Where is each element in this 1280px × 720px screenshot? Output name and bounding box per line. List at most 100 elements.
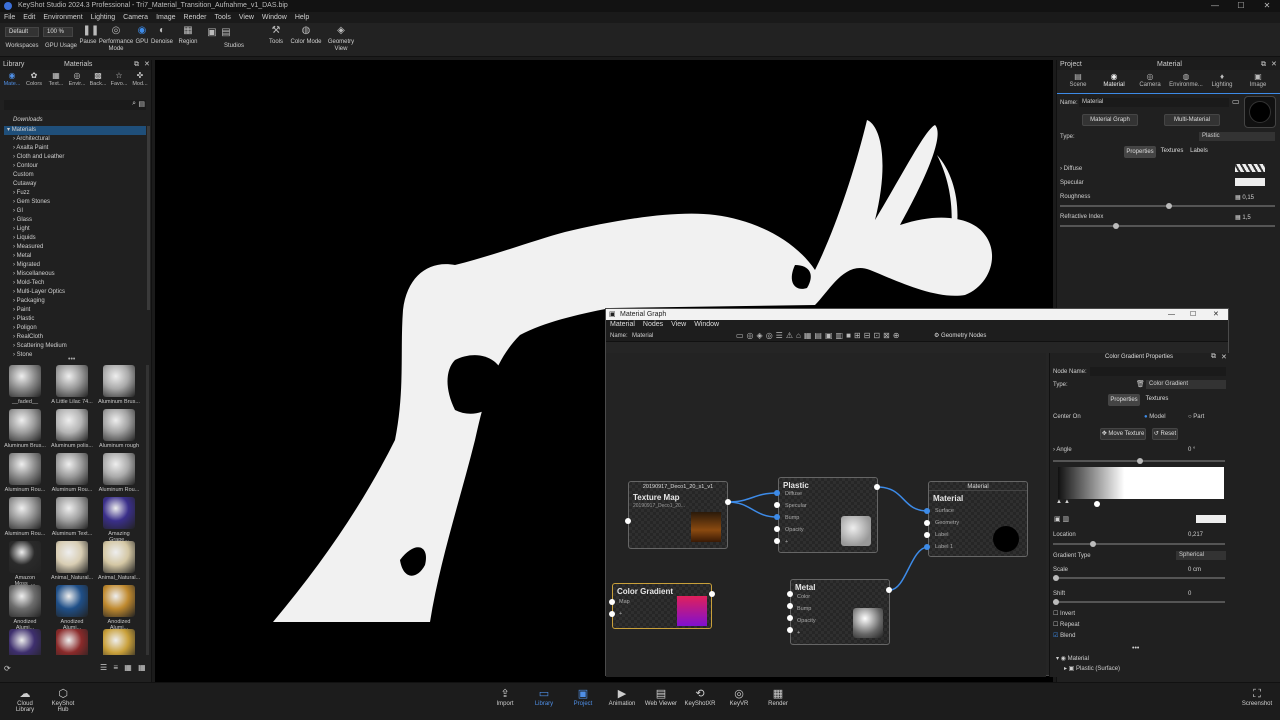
material-thumbnail[interactable] <box>51 629 93 655</box>
import-button[interactable]: ⇪ Import <box>488 687 522 707</box>
angle-value[interactable]: 0 ° <box>1188 447 1195 453</box>
delete-icon[interactable]: 🗑 <box>1136 380 1145 388</box>
node-canvas[interactable]: 20190917_Deco1_20_s1_v1 Texture Map 2019… <box>606 353 1046 677</box>
tab-environment[interactable]: ◍ Environme... <box>1169 72 1203 88</box>
gradient-socket-map[interactable] <box>609 599 615 605</box>
tree-item[interactable]: › Packaging <box>4 297 146 306</box>
material-graph-button[interactable]: Material Graph <box>1082 114 1138 126</box>
menu-tools[interactable]: Tools <box>211 12 235 23</box>
zoom-dropdown[interactable]: 100 % <box>43 27 73 37</box>
menu-lighting[interactable]: Lighting <box>87 12 120 23</box>
material-thumbnail[interactable]: __faded__ <box>4 365 46 405</box>
blend-checkbox[interactable]: ☑ Blend <box>1053 632 1075 639</box>
material-preview-icon[interactable]: ▭ <box>1232 97 1240 106</box>
subtab-labels[interactable]: Labels <box>1187 146 1211 156</box>
plastic-node[interactable]: Plastic Diffuse Specular Bump Opacity + <box>778 477 878 553</box>
menu-render[interactable]: Render <box>180 12 211 23</box>
gpu-button[interactable]: ◉ GPU <box>135 25 149 46</box>
graph-menu-material[interactable]: Material <box>606 320 639 330</box>
graph-close-button[interactable]: ✕ <box>1213 309 1219 320</box>
metal-node[interactable]: Metal Color Bump Opacity + <box>790 579 890 645</box>
plastic-socket-diffuse[interactable] <box>774 490 780 496</box>
screenshot-button[interactable]: ⛶ Screenshot <box>1240 687 1274 707</box>
tree-item[interactable]: › Light <box>4 225 146 234</box>
tree-item[interactable]: Custom <box>4 171 146 180</box>
color-gradient-node[interactable]: Color Gradient Map + <box>612 583 712 629</box>
tools-button[interactable]: ⚒ Tools <box>266 25 286 46</box>
float-icon[interactable]: ⧉ <box>1261 60 1266 70</box>
subtab-properties[interactable]: Properties <box>1124 146 1156 158</box>
scale-slider[interactable] <box>1053 575 1225 581</box>
props-tab-textures[interactable]: Textures <box>1142 394 1172 404</box>
material-thumbnail[interactable]: Animal_Natural... <box>98 541 140 581</box>
material-thumbnail[interactable]: Anodized Alumi... <box>98 585 140 631</box>
material-thumbnail[interactable]: A Little Lilac 74... <box>51 365 93 405</box>
gpu-usage-button[interactable]: GPU Usage <box>44 43 78 50</box>
graph-menu-view[interactable]: View <box>667 320 690 330</box>
location-value[interactable]: 0,217 <box>1188 532 1203 538</box>
reset-button[interactable]: ↺ Reset <box>1152 428 1178 440</box>
tree-item[interactable]: › GI <box>4 207 146 216</box>
invert-checkbox[interactable]: ☐ Invert <box>1053 610 1075 617</box>
move-texture-button[interactable]: ✥ Move Texture <box>1100 428 1146 440</box>
plastic-socket-opacity[interactable] <box>774 526 780 532</box>
material-type-dropdown[interactable]: Plastic <box>1199 132 1275 141</box>
tree-item[interactable]: › Cloth and Leather <box>4 153 146 162</box>
maximize-button[interactable]: ☐ <box>1228 0 1254 12</box>
gradient-ramp[interactable] <box>1058 467 1224 499</box>
shift-value[interactable]: 0 <box>1188 591 1191 597</box>
material-socket-label1[interactable] <box>924 544 930 550</box>
gradient-stop-2[interactable]: ▲ <box>1064 499 1070 505</box>
keyvr-button[interactable]: ◎ KeyVR <box>722 687 756 707</box>
tab-models[interactable]: ✜ Mod... <box>130 71 150 87</box>
gradient-type-dropdown[interactable]: Spherical <box>1176 551 1226 560</box>
menu-camera[interactable]: Camera <box>119 12 152 23</box>
props-tree-plastic[interactable]: ▸ ▣ Plastic (Surface) <box>1064 665 1120 672</box>
tab-textures[interactable]: ▦ Text... <box>46 71 66 87</box>
tree-downloads[interactable]: Downloads <box>13 117 43 123</box>
location-slider[interactable] <box>1053 541 1225 547</box>
close-icon[interactable]: ✕ <box>1271 60 1277 70</box>
shift-slider[interactable] <box>1053 599 1225 605</box>
material-thumbnail[interactable] <box>4 629 46 655</box>
material-thumbnail[interactable]: Aluminum rough <box>98 409 140 449</box>
tree-item[interactable]: › Paint <box>4 306 146 315</box>
props-type-dropdown[interactable]: Color Gradient <box>1146 380 1226 389</box>
angle-slider-knob[interactable] <box>1137 458 1143 464</box>
material-socket-geometry[interactable] <box>924 520 930 526</box>
keyshot-hub-button[interactable]: ⬡ KeyShot Hub <box>46 687 80 713</box>
tab-backplates[interactable]: ▩ Back... <box>88 71 108 87</box>
props-splitter-handle[interactable]: ••• <box>1132 645 1139 652</box>
material-thumbnail[interactable]: Aluminum Rou... <box>51 453 93 493</box>
float-icon[interactable]: ⧉ <box>134 60 139 70</box>
tab-colors[interactable]: ✿ Colors <box>24 71 44 87</box>
denoise-button[interactable]: ◐ Denoise <box>150 25 174 46</box>
roughness-slider[interactable] <box>1060 203 1275 209</box>
minimize-button[interactable]: — <box>1202 0 1228 12</box>
tree-item[interactable]: › Contour <box>4 162 146 171</box>
location-slider-knob[interactable] <box>1090 541 1097 547</box>
material-thumbnail[interactable]: Aluminum Brus... <box>98 365 140 405</box>
gradient-stop-left[interactable]: ▲ <box>1056 499 1062 505</box>
material-name-field[interactable]: Material <box>1079 98 1229 107</box>
metal-socket-add[interactable] <box>787 627 793 633</box>
menu-window[interactable]: Window <box>258 12 291 23</box>
roughness-value[interactable]: ▦ 0,15 <box>1235 194 1254 201</box>
animation-button[interactable]: ▶ Animation <box>605 687 639 707</box>
graph-tool-icons[interactable]: ▭◎◈◎☰⚠⌂▦▤▣▥■⊞⊟⊡⊠⊕ <box>736 331 902 340</box>
angle-label[interactable]: › Angle <box>1053 447 1072 453</box>
library-button[interactable]: ▭ Library <box>527 687 561 707</box>
menu-view[interactable]: View <box>235 12 258 23</box>
center-model-radio[interactable]: ● Model <box>1144 414 1166 420</box>
tree-scrollbar[interactable] <box>147 126 150 310</box>
material-output-node[interactable]: Material Material Surface Geometry Label… <box>928 481 1028 557</box>
material-thumbnail[interactable]: Anodized Alumi... <box>4 585 46 631</box>
tree-item[interactable]: › Gem Stones <box>4 198 146 207</box>
geometry-nodes-toggle[interactable]: ⚙ Geometry Nodes <box>934 332 986 339</box>
tab-materials[interactable]: ◉ Mate... <box>2 71 22 87</box>
studios-button[interactable]: Studios <box>216 43 252 50</box>
menu-file[interactable]: File <box>0 12 19 23</box>
graph-menu-nodes[interactable]: Nodes <box>639 320 667 330</box>
metal-socket-bump[interactable] <box>787 603 793 609</box>
diffuse-texture-swatch[interactable] <box>1235 164 1265 172</box>
